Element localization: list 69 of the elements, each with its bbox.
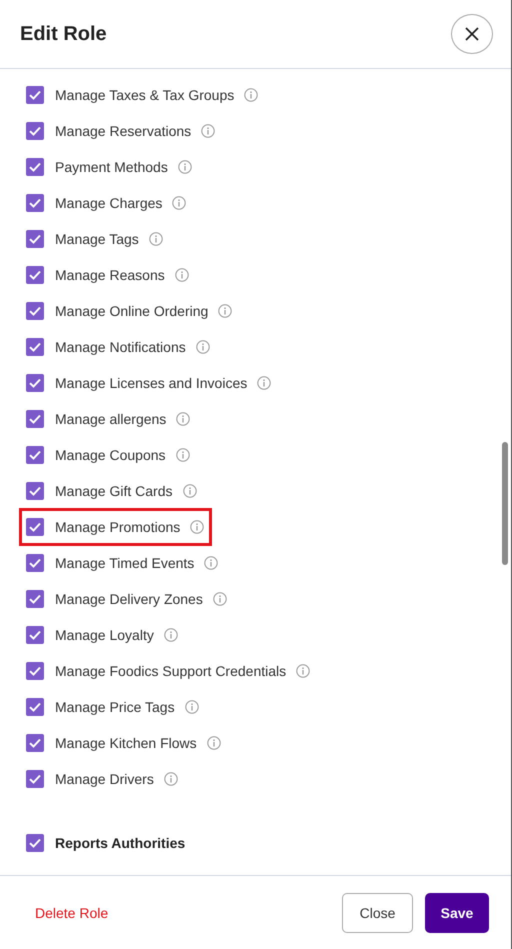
info-icon[interactable] xyxy=(196,340,210,354)
info-icon[interactable] xyxy=(172,196,186,210)
checkbox[interactable] xyxy=(26,230,44,248)
permission-label: Manage Foodics Support Credentials xyxy=(55,663,286,679)
permission-label: Manage allergens xyxy=(55,411,166,427)
permission-label: Manage Timed Events xyxy=(55,555,194,571)
info-icon[interactable] xyxy=(201,124,216,138)
info-icon[interactable] xyxy=(174,268,189,282)
checkbox[interactable] xyxy=(26,446,44,464)
delete-role-button[interactable]: Delete Role xyxy=(35,904,108,920)
checkbox[interactable] xyxy=(26,410,44,428)
info-icon[interactable] xyxy=(148,232,163,246)
checkbox[interactable] xyxy=(26,158,44,176)
close-icon xyxy=(464,26,480,42)
info-icon[interactable] xyxy=(164,772,178,786)
permission-label: Manage Reservations xyxy=(55,123,192,139)
checkbox[interactable] xyxy=(26,194,44,212)
checkbox[interactable] xyxy=(26,554,44,572)
checkbox[interactable] xyxy=(26,734,44,752)
close-button[interactable] xyxy=(451,14,493,54)
info-icon[interactable] xyxy=(204,556,218,570)
checkbox[interactable] xyxy=(26,338,44,356)
permission-label: Manage Delivery Zones xyxy=(55,591,203,607)
info-icon[interactable] xyxy=(257,376,272,390)
info-icon[interactable] xyxy=(176,448,190,462)
permission-label: Manage Loyalty xyxy=(55,627,154,643)
info-icon[interactable] xyxy=(212,592,227,606)
checkbox[interactable] xyxy=(26,770,44,788)
info-icon[interactable] xyxy=(206,736,221,750)
info-icon[interactable] xyxy=(184,700,199,714)
checkbox[interactable] xyxy=(26,482,44,500)
checkbox[interactable] xyxy=(26,302,44,320)
permission-label: Manage Charges xyxy=(55,195,162,211)
permission-label: Manage Tags xyxy=(55,231,139,247)
info-icon[interactable] xyxy=(244,88,258,102)
dialog-title: Edit Role xyxy=(20,22,107,46)
info-icon[interactable] xyxy=(190,520,204,534)
info-icon[interactable] xyxy=(176,412,190,426)
permission-label: Manage Gift Cards xyxy=(55,483,172,499)
permission-label: Manage Reasons xyxy=(55,267,165,283)
permission-label: Manage Coupons xyxy=(55,447,166,463)
info-icon[interactable] xyxy=(164,628,178,642)
close-button[interactable]: Close xyxy=(342,892,413,932)
scrollbar[interactable] xyxy=(502,442,508,565)
permission-label: Manage Taxes & Tax Groups xyxy=(55,87,234,103)
checkbox[interactable] xyxy=(26,518,44,536)
permission-label: Payment Methods xyxy=(55,159,168,175)
checkbox[interactable] xyxy=(26,86,44,104)
info-icon[interactable] xyxy=(182,484,196,498)
permission-label: Manage Drivers xyxy=(55,771,154,787)
checkbox[interactable] xyxy=(26,590,44,608)
checkbox[interactable] xyxy=(26,626,44,644)
info-icon[interactable] xyxy=(178,160,192,174)
checkbox[interactable] xyxy=(26,266,44,284)
permission-label: Manage Notifications xyxy=(55,339,186,355)
checkbox[interactable] xyxy=(26,374,44,392)
info-icon[interactable] xyxy=(218,304,232,318)
checkbox[interactable] xyxy=(26,698,44,716)
permission-label: Manage Kitchen Flows xyxy=(55,735,197,751)
checkbox[interactable] xyxy=(26,662,44,680)
checkbox[interactable] xyxy=(26,834,44,852)
save-button[interactable]: Save xyxy=(425,892,489,932)
section-title: Reports Authorities xyxy=(55,835,186,851)
permission-label: Manage Licenses and Invoices xyxy=(55,375,248,391)
permission-label: Manage Online Ordering xyxy=(55,303,208,319)
info-icon[interactable] xyxy=(296,664,310,678)
checkbox[interactable] xyxy=(26,122,44,140)
permission-label: Manage Promotions xyxy=(55,519,180,535)
permission-label: Manage Price Tags xyxy=(55,699,175,715)
